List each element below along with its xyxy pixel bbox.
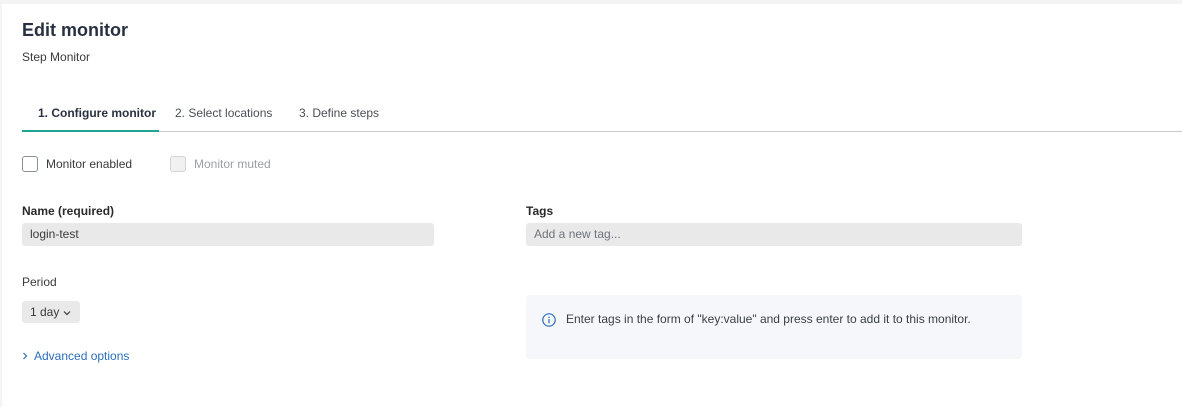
- chevron-right-icon: [22, 349, 28, 363]
- monitor-muted-checkbox: [170, 156, 186, 172]
- name-input[interactable]: [22, 223, 434, 246]
- period-select[interactable]: 1 day: [22, 301, 80, 323]
- tags-label: Tags: [526, 204, 554, 218]
- tags-input[interactable]: [526, 223, 1022, 246]
- page: Edit monitor Step Monitor 1. Configure m…: [2, 4, 1182, 407]
- advanced-options-toggle[interactable]: Advanced options: [22, 349, 129, 363]
- info-icon: [542, 313, 556, 327]
- page-title: Edit monitor: [22, 20, 128, 40]
- monitor-enabled-checkbox-row[interactable]: Monitor enabled: [22, 156, 132, 172]
- tags-info-text: Enter tags in the form of "key:value" an…: [566, 312, 971, 326]
- page-subtitle: Step Monitor: [22, 50, 91, 64]
- tab-configure-monitor[interactable]: 1. Configure monitor: [22, 103, 159, 132]
- monitor-enabled-label: Monitor enabled: [46, 157, 133, 171]
- chevron-down-icon: [63, 301, 71, 323]
- period-label: Period: [22, 275, 57, 289]
- tags-info-callout: Enter tags in the form of "key:value" an…: [526, 295, 1022, 359]
- tab-bar: 1. Configure monitor 2. Select locations…: [22, 103, 1182, 132]
- period-value: 1 day: [30, 305, 60, 319]
- monitor-muted-label: Monitor muted: [194, 157, 271, 171]
- monitor-muted-checkbox-row: Monitor muted: [170, 156, 271, 172]
- advanced-options-label: Advanced options: [34, 349, 130, 363]
- tab-select-locations[interactable]: 2. Select locations: [175, 103, 272, 131]
- name-label: Name (required): [22, 204, 115, 218]
- tab-define-steps[interactable]: 3. Define steps: [299, 103, 379, 131]
- monitor-enabled-checkbox[interactable]: [22, 156, 38, 172]
